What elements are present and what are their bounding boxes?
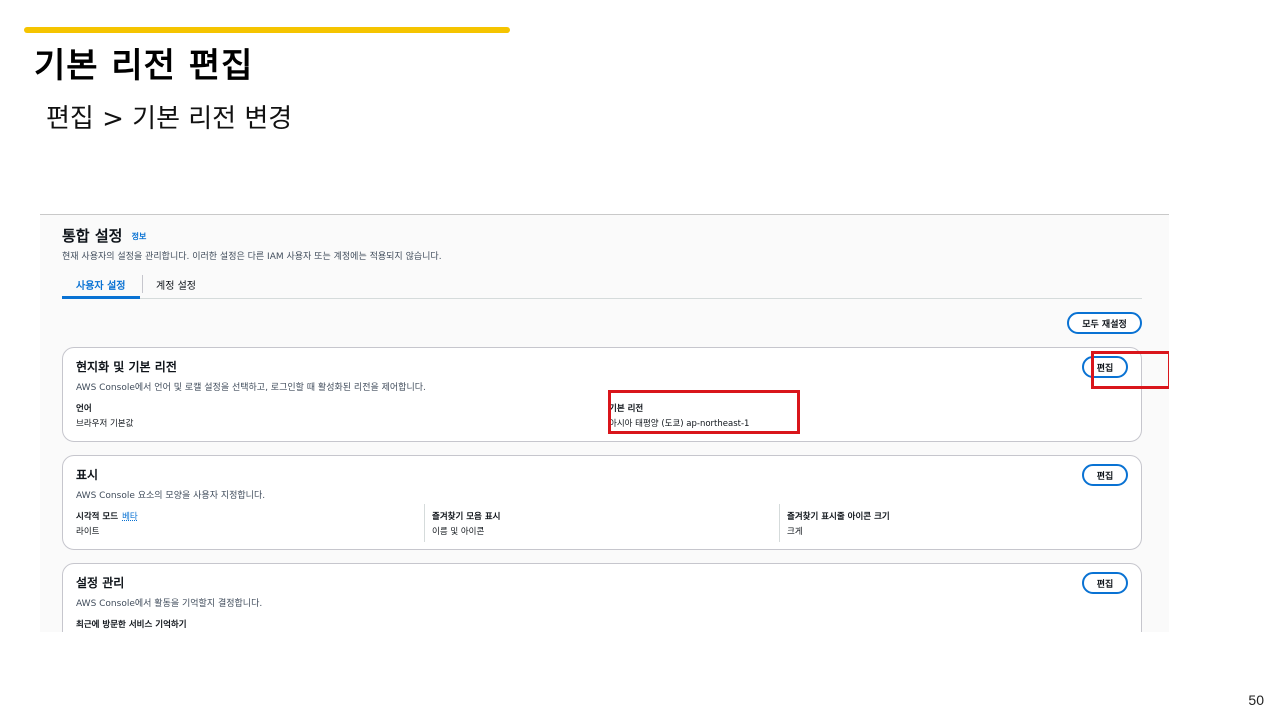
reset-all-button[interactable]: 모두 재설정 <box>1067 312 1142 334</box>
page-number: 50 <box>1248 692 1264 708</box>
field-value: 크게 <box>787 527 803 537</box>
field-label-text: 시각적 모드 <box>76 512 119 522</box>
visual-mode-field: 시각적 모드 베타 라이트 <box>76 510 138 537</box>
page-description: 현재 사용자의 설정을 관리합니다. 이러한 설정은 다른 IAM 사용자 또는… <box>62 252 442 262</box>
settings-tabs: 사용자 설정 계정 설정 <box>62 273 1142 299</box>
field-value: 라이트 <box>76 527 100 537</box>
column-divider <box>424 504 425 542</box>
localization-region-card: 현지화 및 기본 리전 AWS Console에서 언어 및 로캘 설정을 선택… <box>62 347 1142 442</box>
field-label: 최근에 방문한 서비스 기억하기 <box>76 620 187 630</box>
card-description: AWS Console에서 활동을 기억할지 결정합니다. <box>76 599 263 609</box>
edit-button[interactable]: 편집 <box>1082 464 1128 486</box>
card-title: 표시 <box>76 468 99 482</box>
edit-button[interactable]: 편집 <box>1082 572 1128 594</box>
field-label: 즐겨찾기 모음 표시 <box>432 512 501 522</box>
tab-user-settings[interactable]: 사용자 설정 <box>76 277 125 292</box>
display-card: 표시 AWS Console 요소의 모양을 사용자 지정합니다. 편집 시각적… <box>62 455 1142 550</box>
default-region-highlight <box>608 390 800 434</box>
field-label: 즐겨찾기 표시줄 아이콘 크기 <box>787 512 890 522</box>
column-divider <box>779 504 780 542</box>
accent-bar <box>24 27 510 33</box>
card-title: 현지화 및 기본 리전 <box>76 360 177 374</box>
settings-management-card: 설정 관리 AWS Console에서 활동을 기억할지 결정합니다. 편집 최… <box>62 563 1142 632</box>
info-link[interactable]: 정보 <box>132 232 147 241</box>
favorites-bar-field: 즐겨찾기 모음 표시 이름 및 아이콘 <box>432 510 500 537</box>
field-value: 브라우저 기본값 <box>76 419 134 429</box>
remember-services-field: 최근에 방문한 서비스 기억하기 <box>76 618 187 630</box>
tab-divider <box>142 275 143 293</box>
active-tab-underline <box>62 296 140 299</box>
field-value: 이름 및 아이콘 <box>432 527 485 537</box>
language-field: 언어 브라우저 기본값 <box>76 402 133 429</box>
beta-badge[interactable]: 베타 <box>122 512 138 522</box>
page-title: 통합 설정 정보 <box>62 225 146 246</box>
card-description: AWS Console 요소의 모양을 사용자 지정합니다. <box>76 491 266 501</box>
console-screenshot: 통합 설정 정보 현재 사용자의 설정을 관리합니다. 이러한 설정은 다른 I… <box>40 214 1169 632</box>
slide-subtitle: 편집 > 기본 리전 변경 <box>46 104 293 134</box>
field-label: 언어 <box>76 404 92 414</box>
tab-account-settings[interactable]: 계정 설정 <box>156 277 196 292</box>
card-title: 설정 관리 <box>76 576 125 590</box>
edit-button-highlight <box>1091 351 1169 389</box>
slide-title: 기본 리전 편집 <box>34 46 254 86</box>
page-title-text: 통합 설정 <box>62 227 123 245</box>
field-label: 시각적 모드 베타 <box>76 510 138 522</box>
favorites-icon-size-field: 즐겨찾기 표시줄 아이콘 크기 크게 <box>787 510 890 537</box>
card-description: AWS Console에서 언어 및 로캘 설정을 선택하고, 로그인할 때 활… <box>76 383 426 393</box>
